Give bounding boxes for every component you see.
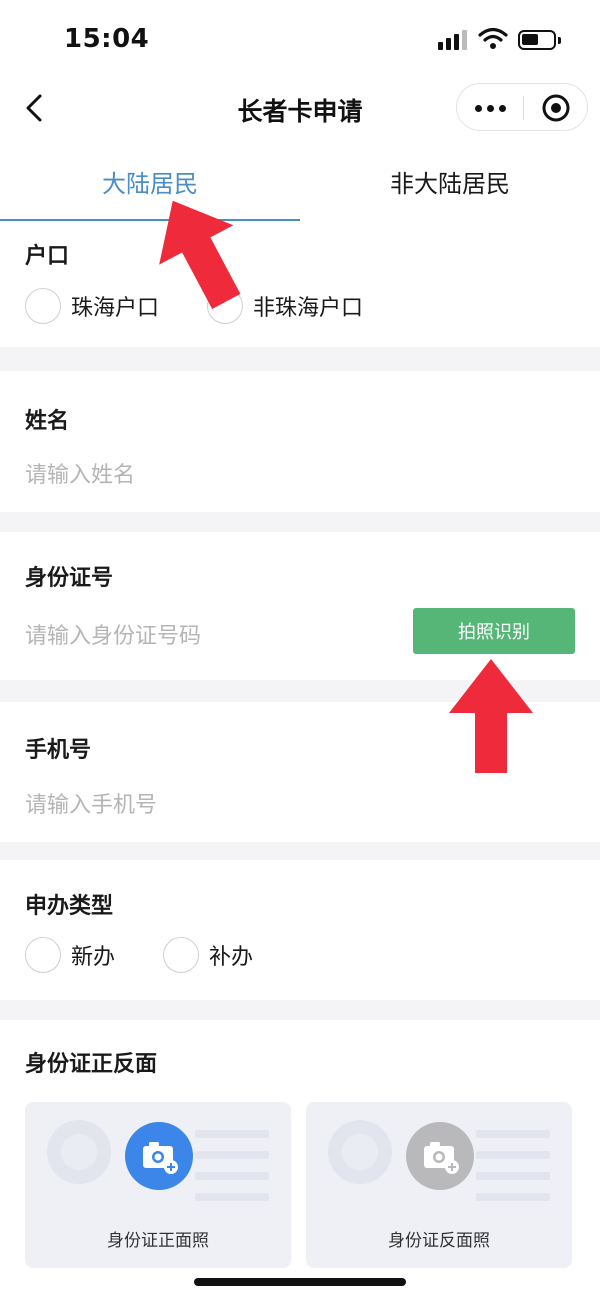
id-number-label: 身份证号 [25,566,114,591]
nav-bar: 长者卡申请 [0,80,600,136]
apply-type-radio-group: 新办 补办 [25,937,301,973]
home-indicator [194,1278,406,1286]
radio-zhuhai[interactable]: 珠海户口 [25,288,159,324]
section-divider [0,347,600,371]
emblem-placeholder [328,1120,392,1184]
camera-icon[interactable] [125,1122,193,1190]
radio-label: 珠海户口 [71,296,160,321]
radio-label: 补办 [209,945,254,970]
id-front-upload[interactable]: 身份证正面照 [25,1102,291,1268]
id-front-caption: 身份证正面照 [107,1231,209,1251]
name-label: 姓名 [25,409,70,434]
radio-new[interactable]: 新办 [25,937,115,973]
radio-reissue[interactable]: 补办 [163,937,253,973]
tab-non-mainland[interactable]: 非大陆居民 [300,164,600,199]
radio-label: 新办 [71,945,116,970]
apply-type-label: 申办类型 [25,894,114,919]
phone-label: 手机号 [25,738,92,763]
radio-label: 非珠海户口 [253,296,364,321]
section-divider [0,842,600,860]
resident-tabs: 大陆居民 非大陆居民 [0,146,600,222]
radio-circle[interactable] [163,937,200,973]
miniprogram-capsule [456,83,588,131]
text-lines-placeholder [195,1130,269,1214]
id-back-upload[interactable]: 身份证反面照 [306,1102,572,1268]
section-divider [0,512,600,532]
radio-circle[interactable] [25,937,61,973]
wifi-icon [478,26,508,50]
section-divider [0,1000,600,1020]
emblem-placeholder [47,1120,111,1184]
name-input[interactable]: 请输入姓名 [25,457,135,489]
battery-icon [518,30,561,50]
id-number-input[interactable]: 请输入身份证号码 [25,618,201,650]
radio-circle[interactable] [25,288,61,324]
signal-icon [438,30,468,50]
more-icon[interactable] [471,94,511,122]
target-icon[interactable] [541,93,571,123]
id-back-caption: 身份证反面照 [388,1231,490,1251]
id-photos-label: 身份证正反面 [25,1052,158,1077]
status-bar: 15:04 [0,0,600,80]
text-lines-placeholder [476,1130,550,1214]
arrow-icon [449,659,533,773]
photo-recognize-button[interactable]: 拍照识别 [413,608,575,654]
arrow-icon [159,200,241,309]
camera-icon[interactable] [406,1122,474,1190]
phone-input[interactable]: 请输入手机号 [25,787,157,819]
status-time: 15:04 [64,24,150,54]
household-label: 户口 [25,244,70,269]
